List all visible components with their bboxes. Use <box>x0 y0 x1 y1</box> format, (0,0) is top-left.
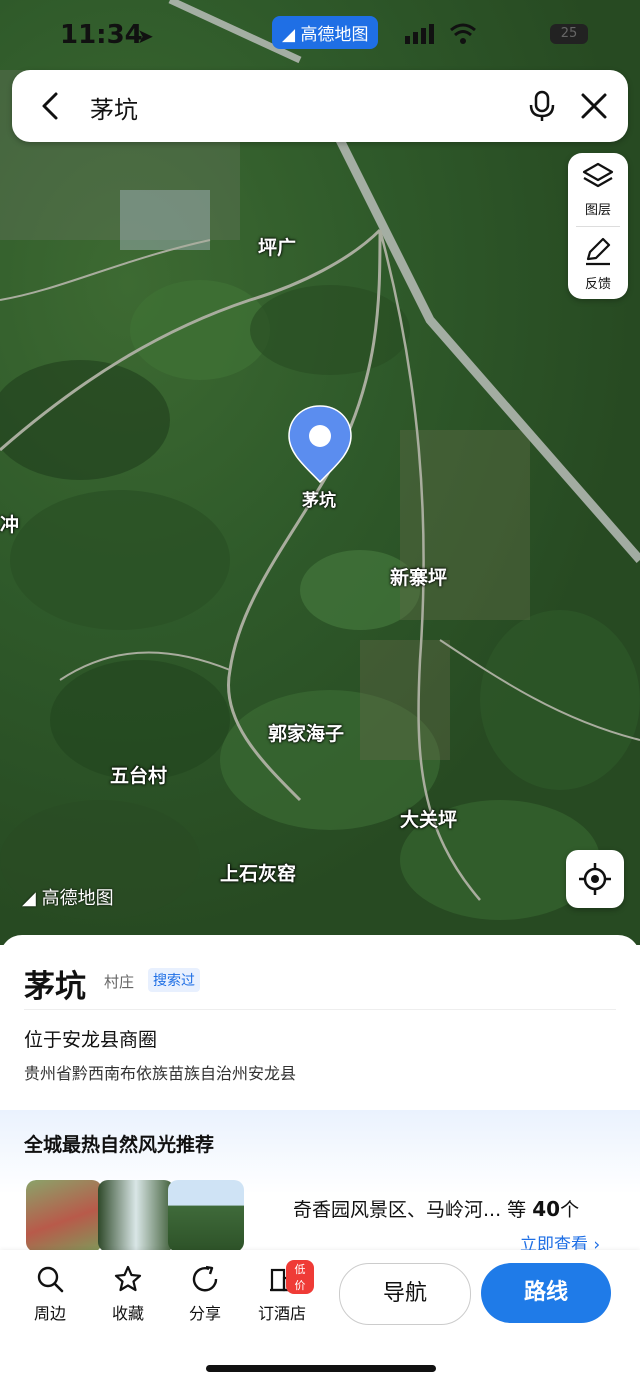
feedback-label: 反馈 <box>584 277 611 292</box>
search-icon <box>37 1266 64 1293</box>
amap-logo-icon: ◢ <box>22 888 36 909</box>
recommendation-summary: 奇香园风景区、马岭河... 等 40个 <box>293 1195 579 1222</box>
crosshair-icon <box>579 863 611 895</box>
status-bar: 11:34 ➤ ◢ 高德地图 25 <box>0 0 640 70</box>
favorite-button[interactable]: 收藏 <box>96 1264 160 1324</box>
summary-unit: 个 <box>560 1199 580 1221</box>
home-indicator[interactable] <box>206 1365 436 1372</box>
place-label-pingguang[interactable]: 坪广 <box>258 233 296 260</box>
recommendation-photos[interactable] <box>26 1180 250 1252</box>
place-label-edge[interactable]: 冲 <box>0 510 19 537</box>
location-arrow-icon: ➤ <box>137 24 154 48</box>
back-icon[interactable] <box>34 88 70 124</box>
signal-wifi-icon <box>405 23 476 44</box>
scenic-photo <box>26 1180 102 1252</box>
place-type: 村庄 <box>104 973 135 991</box>
status-time: 11:34 <box>60 20 143 50</box>
feedback-pen-icon <box>586 237 611 266</box>
pin-label: 茅坑 <box>302 491 336 511</box>
layers-icon <box>582 162 614 188</box>
share-label: 分享 <box>188 1304 221 1323</box>
recommendation-card[interactable]: 全城最热自然风光推荐 奇香园风景区、马岭河... 等 40个 立即查看 › <box>0 1110 640 1255</box>
scenic-photo <box>168 1180 244 1252</box>
summary-count: 40 <box>532 1197 561 1221</box>
low-price-badge: 低价 <box>286 1260 314 1294</box>
place-label-guojiahaizi[interactable]: 郭家海子 <box>268 719 344 746</box>
close-icon[interactable] <box>576 88 612 124</box>
place-label-xinzhaiping[interactable]: 新寨坪 <box>390 563 447 590</box>
scenic-photo <box>98 1180 174 1252</box>
summary-text: 奇香园风景区、马岭河... 等 <box>293 1199 527 1221</box>
place-label-daguanping[interactable]: 大关坪 <box>400 805 457 832</box>
star-icon <box>114 1265 142 1292</box>
map-pin-icon <box>288 405 352 484</box>
share-button[interactable]: 分享 <box>173 1264 237 1324</box>
battery-icon: 25 <box>550 24 588 44</box>
recommendation-title: 全城最热自然风光推荐 <box>24 1134 215 1156</box>
place-name: 茅坑 <box>24 969 86 1005</box>
location-pin[interactable] <box>287 404 353 488</box>
watermark-text: 高德地图 <box>41 888 114 909</box>
nearby-button[interactable]: 周边 <box>18 1264 82 1324</box>
nearby-label: 周边 <box>33 1304 66 1323</box>
map-side-panel: 图层 反馈 <box>568 153 628 299</box>
search-query[interactable]: 茅坑 <box>90 90 138 125</box>
share-icon <box>192 1265 218 1292</box>
locate-me-button[interactable] <box>566 850 624 908</box>
searched-tag: 搜索过 <box>148 968 200 992</box>
layers-button[interactable]: 图层 <box>568 153 628 225</box>
hotel-label: 订酒店 <box>257 1304 306 1323</box>
route-button[interactable]: 路线 <box>481 1263 611 1323</box>
navigate-button[interactable]: 导航 <box>339 1263 471 1325</box>
place-label-wutaicun[interactable]: 五台村 <box>110 761 167 788</box>
brand-badge: ◢ 高德地图 <box>272 16 379 49</box>
place-label-shangshihuiyao[interactable]: 上石灰窑 <box>220 859 296 886</box>
favorite-label: 收藏 <box>111 1304 144 1323</box>
search-bar[interactable]: 茅坑 <box>12 70 628 142</box>
brand-text: 高德地图 <box>300 25 369 45</box>
amap-logo-icon: ◢ <box>282 25 296 45</box>
microphone-icon[interactable] <box>524 88 560 124</box>
divider <box>24 1009 616 1010</box>
business-district[interactable]: 位于安龙县商圈 <box>24 1025 157 1052</box>
layers-label: 图层 <box>584 203 611 218</box>
map-watermark: ◢ 高德地图 <box>22 884 114 910</box>
place-address: 贵州省黔西南布依族苗族自治州安龙县 <box>24 1064 297 1083</box>
book-hotel-button[interactable]: 订酒店 低价 <box>250 1260 314 1324</box>
feedback-button[interactable]: 反馈 <box>568 227 628 299</box>
